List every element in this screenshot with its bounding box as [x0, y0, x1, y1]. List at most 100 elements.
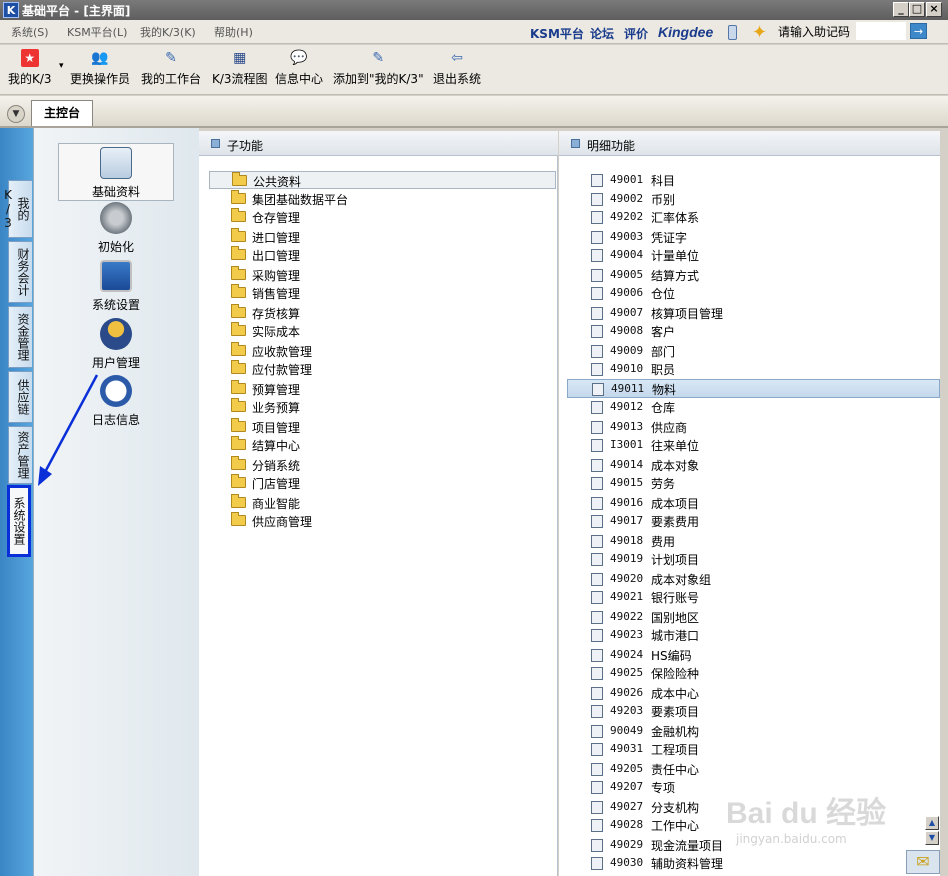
document-icon — [591, 287, 603, 300]
table-row[interactable]: 49009 部门 — [567, 342, 940, 361]
table-row[interactable]: 49005 结算方式 — [567, 266, 940, 285]
mail-icon[interactable]: ✉ — [906, 850, 940, 874]
table-row[interactable]: 49017 要素费用 — [567, 512, 940, 531]
list-item[interactable]: 项目管理 — [209, 418, 556, 436]
go-button[interactable]: → — [910, 23, 927, 39]
subfunc-item-public-data[interactable]: 公共资料 — [209, 171, 556, 189]
table-row[interactable]: 49012 仓库 — [567, 398, 940, 417]
side-tab-assets[interactable]: 资产管理 — [8, 426, 32, 484]
rating-link[interactable]: 评价 — [624, 25, 648, 42]
toolbar-change-operator[interactable]: 👥 更换操作员 — [70, 49, 130, 87]
table-row[interactable]: 49025 保险险种 — [567, 664, 940, 683]
table-row[interactable]: 49024 HS编码 — [567, 646, 940, 665]
table-row[interactable]: 49022 国别地区 — [567, 608, 940, 627]
maximize-button[interactable]: □ — [909, 2, 925, 17]
toolbar-flowchart[interactable]: ▦ K/3流程图 — [212, 49, 268, 87]
scroll-up-button[interactable]: ▲ — [925, 816, 939, 830]
side-tab-supply-chain[interactable]: 供应链 — [8, 371, 32, 423]
toolbar-info-center[interactable]: 💬 信息中心 — [275, 49, 323, 87]
table-row[interactable]: 49203 要素项目 — [567, 702, 940, 721]
module-initialization[interactable]: 初始化 — [58, 202, 174, 255]
list-item[interactable]: 存货核算 — [209, 304, 556, 322]
tab-dropdown-button[interactable]: ▼ — [7, 105, 25, 123]
folder-icon — [231, 494, 246, 508]
table-row[interactable]: 49018 费用 — [567, 532, 940, 551]
toolbar-my-k3[interactable]: ★ 我的K/3 — [8, 49, 52, 87]
toolbar-add-favorite[interactable]: ✎ 添加到"我的K/3" — [333, 49, 424, 87]
menu-ksm[interactable]: KSM平台(L) — [67, 24, 127, 40]
document-icon — [591, 231, 603, 244]
user-icon — [100, 318, 132, 350]
table-row[interactable]: 49016 成本项目 — [567, 494, 940, 513]
menu-system[interactable]: 系统(S) — [11, 24, 49, 40]
list-item[interactable]: 应收款管理 — [209, 342, 556, 360]
table-row[interactable]: 49023 城市港口 — [567, 626, 940, 645]
table-row[interactable]: 49007 核算项目管理 — [567, 304, 940, 323]
table-row[interactable]: 49021 银行账号 — [567, 588, 940, 607]
list-item[interactable]: 采购管理 — [209, 266, 556, 284]
menu-help[interactable]: 帮助(H) — [214, 24, 253, 40]
table-row[interactable]: 49202 汇率体系 — [567, 208, 940, 227]
table-row[interactable]: 49015 劳务 — [567, 474, 940, 493]
table-row[interactable]: 49014 成本对象 — [567, 456, 940, 475]
module-basic-data[interactable]: 基础资料 — [58, 143, 174, 201]
table-row[interactable]: 49030 辅助资料管理 — [567, 854, 940, 873]
forum-link[interactable]: 论坛 — [590, 25, 614, 42]
table-row[interactable]: 49013 供应商 — [567, 418, 940, 437]
toolbar-exit[interactable]: ⇦ 退出系统 — [433, 49, 481, 87]
mobile-icon[interactable] — [728, 25, 737, 40]
side-tab-finance[interactable]: 财务会计 — [8, 241, 32, 303]
table-row[interactable]: 49019 计划项目 — [567, 550, 940, 569]
list-item[interactable]: 业务预算 — [209, 398, 556, 416]
module-system-settings[interactable]: 系统设置 — [58, 260, 174, 313]
side-tab-funds[interactable]: 资金管理 — [8, 306, 32, 368]
list-item[interactable]: 集团基础数据平台 — [209, 190, 556, 208]
table-row[interactable]: 49031 工程项目 — [567, 740, 940, 759]
table-row[interactable]: 49006 仓位 — [567, 284, 940, 303]
tab-console[interactable]: 主控台 — [31, 100, 93, 126]
table-row[interactable]: 49004 计量单位 — [567, 246, 940, 265]
table-row-selected[interactable]: 49011 物料 — [567, 379, 940, 398]
list-item[interactable]: 应付款管理 — [209, 360, 556, 378]
list-item[interactable]: 商业智能 — [209, 494, 556, 512]
list-item[interactable]: 出口管理 — [209, 246, 556, 264]
table-row[interactable]: 49002 币别 — [567, 190, 940, 209]
table-row[interactable]: 90049 金融机构 — [567, 722, 940, 741]
table-row[interactable]: 49010 职员 — [567, 360, 940, 379]
folder-icon — [231, 228, 246, 242]
kingdee-logo[interactable]: Kingdee — [658, 24, 713, 40]
table-row[interactable]: 49205 责任中心 — [567, 760, 940, 779]
table-row[interactable]: I3001 往来单位 — [567, 436, 940, 455]
list-item[interactable]: 门店管理 — [209, 474, 556, 492]
table-row[interactable]: 49001 科目 — [567, 171, 940, 190]
list-item[interactable]: 进口管理 — [209, 228, 556, 246]
module-panel: 基础资料 初始化 系统设置 用户管理 日志信息 — [33, 128, 199, 876]
list-item[interactable]: 仓存管理 — [209, 208, 556, 226]
minimize-button[interactable]: _ — [893, 2, 909, 17]
module-log-info[interactable]: 日志信息 — [58, 375, 174, 428]
folder-icon — [231, 398, 246, 412]
module-user-management[interactable]: 用户管理 — [58, 318, 174, 371]
list-item[interactable]: 供应商管理 — [209, 512, 556, 530]
basic-data-icon — [100, 147, 132, 179]
side-tab-system-settings[interactable]: 系统设置 — [7, 485, 31, 557]
list-item[interactable]: 结算中心 — [209, 436, 556, 454]
list-item[interactable]: 销售管理 — [209, 284, 556, 302]
help-code-input[interactable] — [856, 22, 906, 40]
toolbar-workbench[interactable]: ✎ 我的工作台 — [141, 49, 201, 87]
table-row[interactable]: 49026 成本中心 — [567, 684, 940, 703]
list-item[interactable]: 实际成本 — [209, 322, 556, 340]
document-icon — [591, 743, 603, 756]
document-icon — [591, 439, 603, 452]
table-row[interactable]: 49020 成本对象组 — [567, 570, 940, 589]
table-row[interactable]: 49008 客户 — [567, 322, 940, 341]
menu-my-k3[interactable]: 我的K/3(K) — [140, 24, 196, 40]
dropdown-arrow-icon[interactable]: ▾ — [59, 61, 64, 71]
ksm-platform-link[interactable]: KSM平台 — [530, 25, 584, 42]
table-row[interactable]: 49003 凭证字 — [567, 228, 940, 247]
scroll-down-button[interactable]: ▼ — [925, 831, 939, 845]
list-item[interactable]: 分销系统 — [209, 456, 556, 474]
list-item[interactable]: 预算管理 — [209, 380, 556, 398]
close-button[interactable]: × — [926, 2, 942, 17]
side-tab-my-k3[interactable]: 我的K/3 — [1, 180, 32, 238]
